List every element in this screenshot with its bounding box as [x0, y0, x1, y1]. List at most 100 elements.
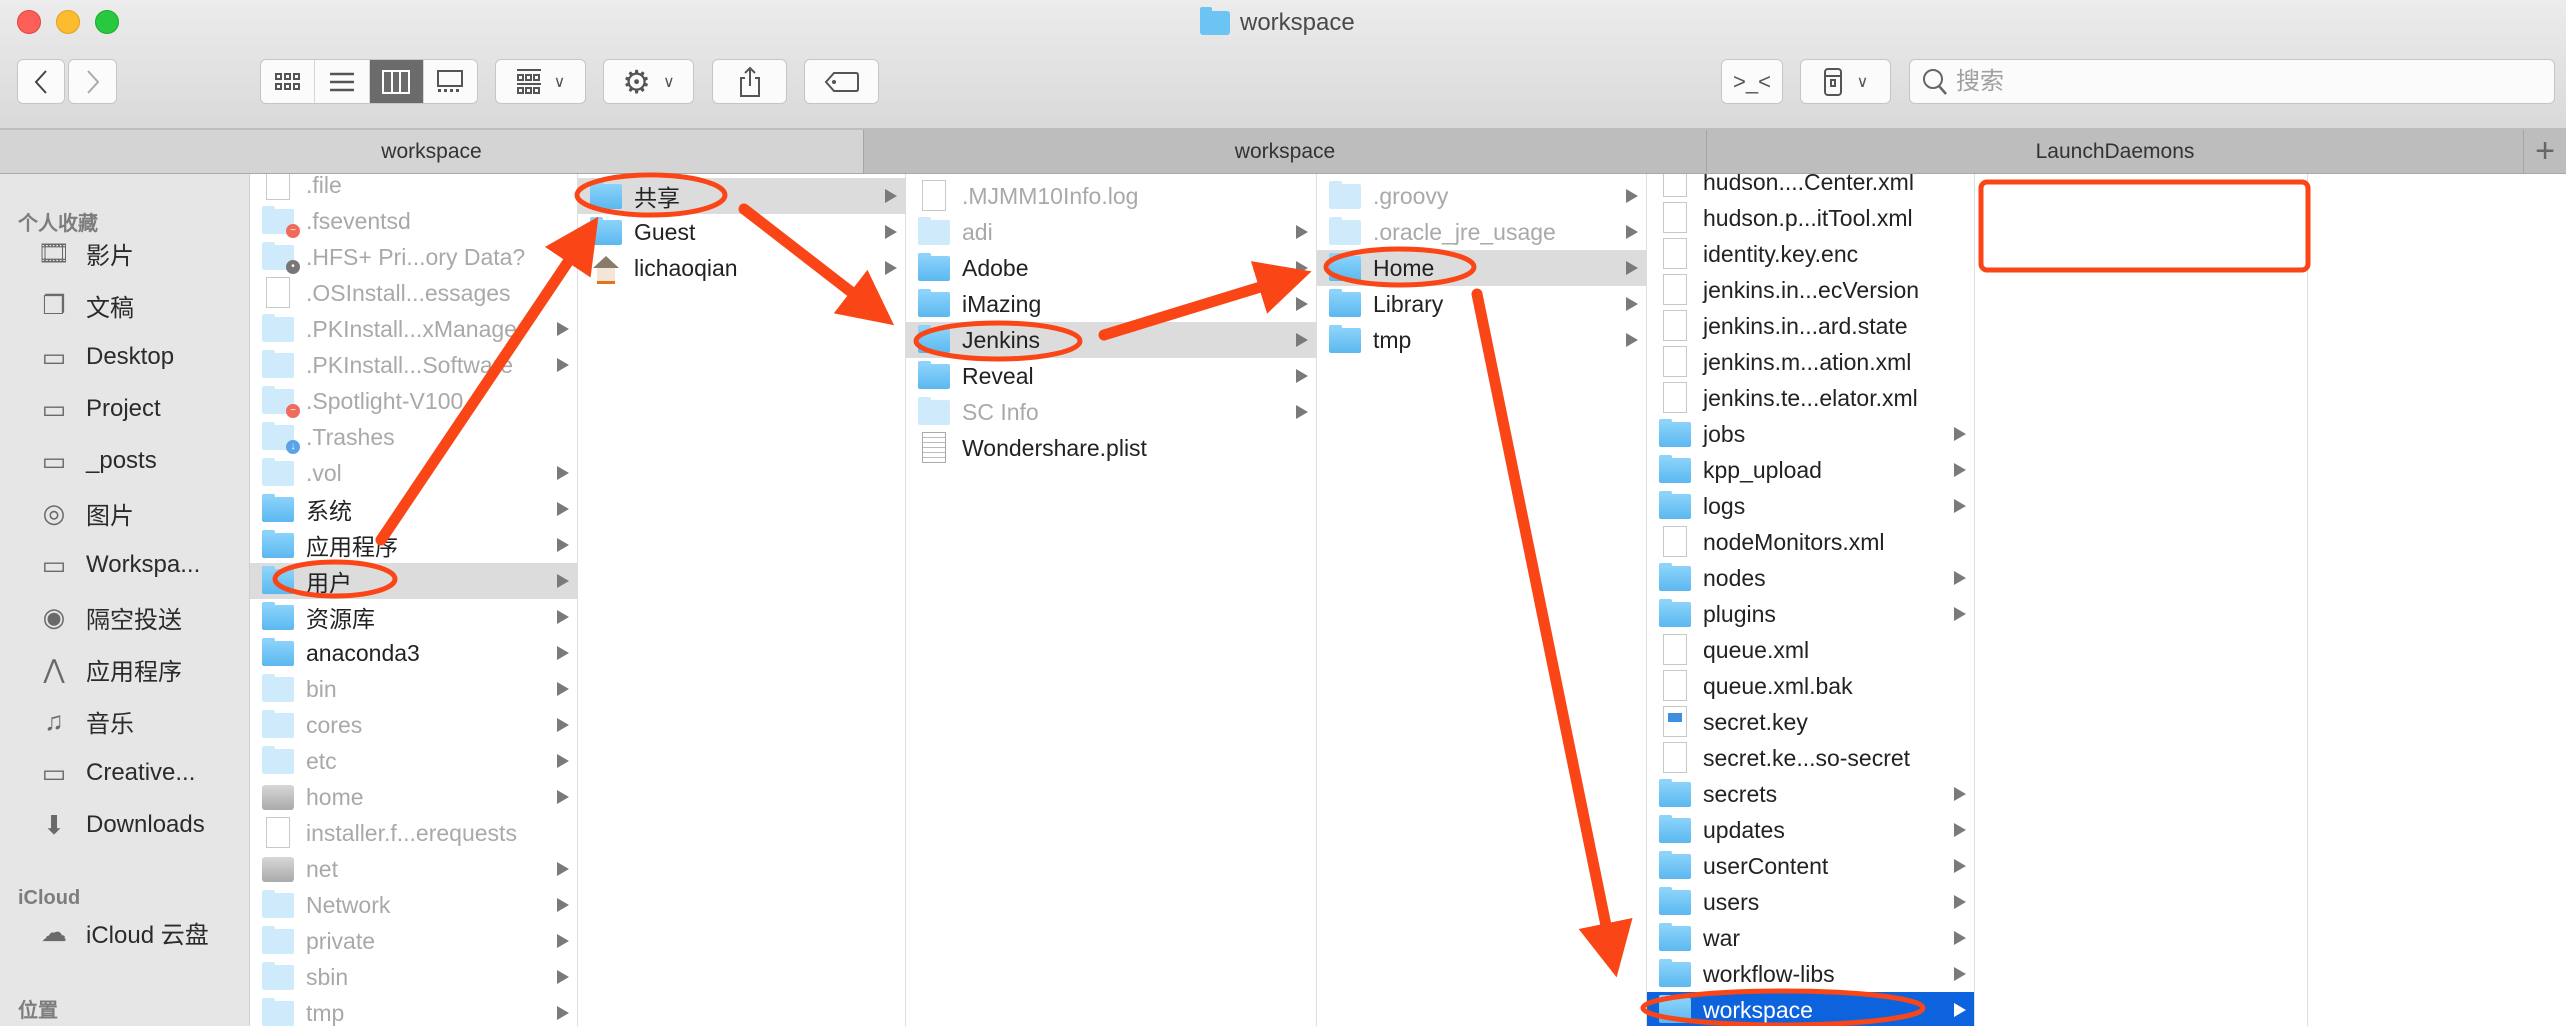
column-view-button[interactable]: [369, 60, 424, 103]
list-item[interactable]: Adobe: [906, 250, 1316, 286]
browser-column[interactable]: [1975, 174, 2308, 1026]
list-item[interactable]: 共享: [578, 178, 905, 214]
list-item[interactable]: jenkins.in...ard.state: [1647, 308, 1974, 344]
list-item[interactable]: tmp: [250, 995, 577, 1026]
tag-button[interactable]: [804, 59, 879, 104]
terminal-button[interactable]: >_<: [1721, 59, 1783, 104]
list-item[interactable]: jenkins.in...ecVersion: [1647, 272, 1974, 308]
browser-column[interactable]: .file − .fseventsd • .HFS+ Pri...ory Data? .O…: [250, 174, 578, 1026]
list-item[interactable]: jenkins.te...elator.xml: [1647, 380, 1974, 416]
sidebar-item[interactable]: ⬇ Downloads: [36, 805, 205, 845]
list-item[interactable]: nodes: [1647, 560, 1974, 596]
search-input[interactable]: [1956, 67, 2516, 96]
list-item[interactable]: secrets: [1647, 776, 1974, 812]
list-item[interactable]: workflow-libs: [1647, 956, 1974, 992]
list-item[interactable]: adi: [906, 214, 1316, 250]
list-item[interactable]: Library: [1317, 286, 1646, 322]
list-item[interactable]: war: [1647, 920, 1974, 956]
list-item[interactable]: cores: [250, 707, 577, 743]
browser-column[interactable]: hudson....Center.xml hudson.p...itTool.xm…: [1647, 174, 1975, 1026]
list-item[interactable]: SC Info: [906, 394, 1316, 430]
list-item[interactable]: secret.key: [1647, 704, 1974, 740]
sidebar-item[interactable]: ◉ 隔空投送: [36, 597, 182, 637]
minimize-window-button[interactable]: [56, 10, 80, 34]
list-item[interactable]: hudson.p...itTool.xml: [1647, 200, 1974, 236]
list-item[interactable]: updates: [1647, 812, 1974, 848]
list-item[interactable]: Network: [250, 887, 577, 923]
list-item[interactable]: − .Spotlight-V100: [250, 383, 577, 419]
list-item[interactable]: ↓ .Trashes: [250, 419, 577, 455]
list-item[interactable]: plugins: [1647, 596, 1974, 632]
close-window-button[interactable]: [17, 10, 41, 34]
list-item[interactable]: Guest: [578, 214, 905, 250]
list-item[interactable]: nodeMonitors.xml: [1647, 524, 1974, 560]
list-item[interactable]: anaconda3: [250, 635, 577, 671]
sidebar-item[interactable]: 🎞 影片: [36, 233, 134, 273]
sidebar-item[interactable]: ▭ Workspa...: [36, 545, 201, 585]
sidebar-item[interactable]: ♫ 音乐: [36, 701, 134, 741]
sidebar-item[interactable]: ◎ 图片: [36, 493, 134, 533]
list-item[interactable]: iMazing: [906, 286, 1316, 322]
list-item[interactable]: kpp_upload: [1647, 452, 1974, 488]
list-item[interactable]: Wondershare.plist: [906, 430, 1316, 466]
list-item[interactable]: .PKInstall...xManager: [250, 311, 577, 347]
icon-view-button[interactable]: [261, 60, 316, 103]
list-item[interactable]: .groovy: [1317, 178, 1646, 214]
list-item[interactable]: queue.xml.bak: [1647, 668, 1974, 704]
list-item[interactable]: 系统: [250, 491, 577, 527]
list-item[interactable]: 应用程序: [250, 527, 577, 563]
list-item[interactable]: lichaoqian: [578, 250, 905, 286]
list-item[interactable]: .vol: [250, 455, 577, 491]
browser-column[interactable]: .groovy .oracle_jre_usage Home Library tmp: [1317, 174, 1647, 1026]
list-item[interactable]: 资源库: [250, 599, 577, 635]
list-item[interactable]: bin: [250, 671, 577, 707]
new-tab-button[interactable]: +: [2524, 130, 2566, 173]
list-item[interactable]: tmp: [1317, 322, 1646, 358]
list-item[interactable]: .MJMM10Info.log: [906, 178, 1316, 214]
back-button[interactable]: [17, 59, 65, 104]
list-item[interactable]: sbin: [250, 959, 577, 995]
zoom-window-button[interactable]: [95, 10, 119, 34]
tab-workspace-2[interactable]: workspace: [864, 130, 1707, 173]
sidebar-item[interactable]: ⋀ 应用程序: [36, 649, 182, 689]
sidebar-item[interactable]: ▭ Desktop: [36, 337, 174, 377]
list-item[interactable]: net: [250, 851, 577, 887]
list-item[interactable]: workspace: [1647, 992, 1974, 1026]
list-item[interactable]: jobs: [1647, 416, 1974, 452]
list-item[interactable]: secret.ke...so-secret: [1647, 740, 1974, 776]
list-item[interactable]: users: [1647, 884, 1974, 920]
list-item[interactable]: private: [250, 923, 577, 959]
view-mode-control[interactable]: [260, 59, 478, 104]
list-item[interactable]: Reveal: [906, 358, 1316, 394]
share-button[interactable]: [712, 59, 787, 104]
dropbox-button[interactable]: ∨: [1800, 59, 1891, 104]
list-item[interactable]: jenkins.m...ation.xml: [1647, 344, 1974, 380]
list-item[interactable]: .PKInstall...Software: [250, 347, 577, 383]
action-menu-button[interactable]: ⚙ ∨: [603, 59, 694, 104]
search-field[interactable]: [1909, 59, 2555, 104]
list-item[interactable]: installer.f...erequests: [250, 815, 577, 851]
list-item[interactable]: home: [250, 779, 577, 815]
browser-column[interactable]: .MJMM10Info.log adi Adobe iMazing Jenkins Rev…: [906, 174, 1317, 1026]
list-view-button[interactable]: [315, 60, 370, 103]
tab-workspace-1[interactable]: workspace: [0, 130, 864, 173]
list-item[interactable]: hudson....Center.xml: [1647, 174, 1974, 200]
list-item[interactable]: .file: [250, 174, 577, 203]
list-item[interactable]: logs: [1647, 488, 1974, 524]
sidebar-item[interactable]: ☁ iCloud 云盘: [36, 912, 209, 952]
group-by-button[interactable]: ∨: [495, 59, 586, 104]
sidebar-item[interactable]: ❐ 文稿: [36, 285, 134, 325]
list-item[interactable]: .oracle_jre_usage: [1317, 214, 1646, 250]
list-item[interactable]: Jenkins: [906, 322, 1316, 358]
list-item[interactable]: − .fseventsd: [250, 203, 577, 239]
list-item[interactable]: .OSInstall...essages: [250, 275, 577, 311]
list-item[interactable]: 用户: [250, 563, 577, 599]
list-item[interactable]: userContent: [1647, 848, 1974, 884]
gallery-view-button[interactable]: [424, 60, 477, 103]
sidebar-item[interactable]: ▭ Project: [36, 389, 161, 429]
forward-button[interactable]: [68, 59, 117, 104]
list-item[interactable]: • .HFS+ Pri...ory Data?: [250, 239, 577, 275]
list-item[interactable]: etc: [250, 743, 577, 779]
list-item[interactable]: identity.key.enc: [1647, 236, 1974, 272]
sidebar-item[interactable]: ▭ _posts: [36, 441, 157, 481]
